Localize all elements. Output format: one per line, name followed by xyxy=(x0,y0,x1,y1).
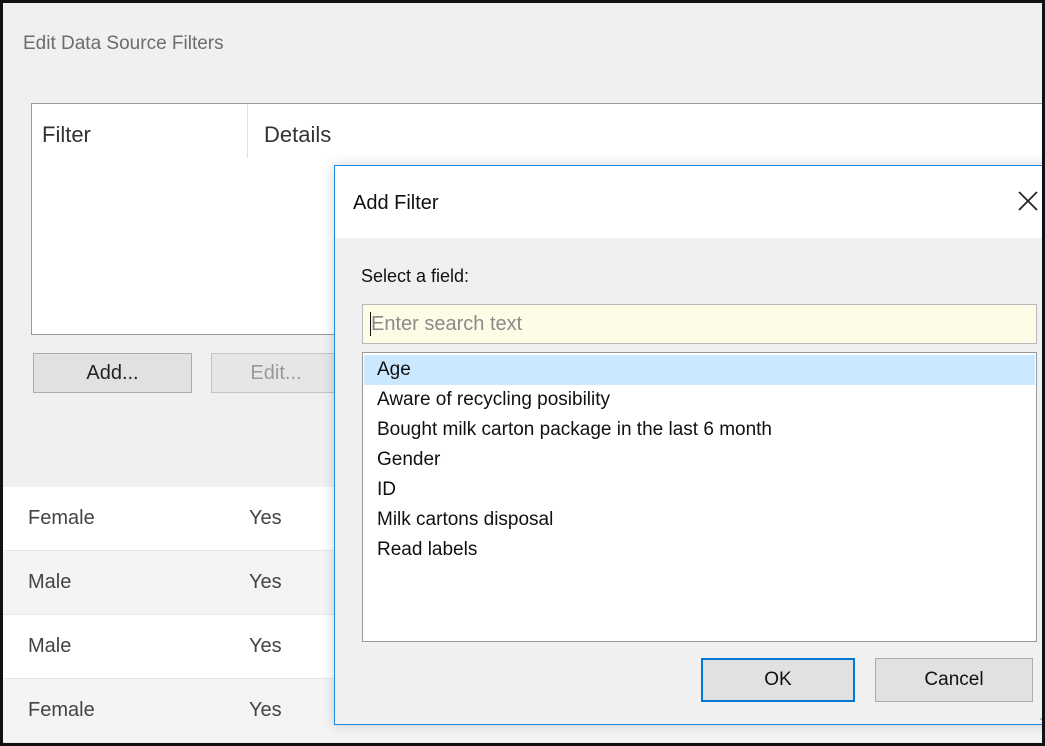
cell-aware: Yes xyxy=(249,699,282,721)
field-item-gender[interactable]: Gender xyxy=(364,445,1035,475)
field-item-aware-of-recycling[interactable]: Aware of recycling posibility xyxy=(364,385,1035,415)
text-caret xyxy=(370,312,371,336)
select-field-label: Select a field: xyxy=(361,266,470,286)
cell-gender: Male xyxy=(28,571,72,593)
close-icon[interactable] xyxy=(1013,186,1042,216)
cell-aware: Yes xyxy=(249,635,282,657)
dialog-titlebar[interactable]: Add Filter xyxy=(335,166,1042,238)
field-item-milk-cartons-disposal[interactable]: Milk cartons disposal xyxy=(364,505,1035,535)
cell-aware: Yes xyxy=(249,507,282,529)
resize-grip-icon[interactable] xyxy=(1037,708,1042,720)
field-list[interactable]: Age Aware of recycling posibility Bought… xyxy=(362,352,1037,642)
field-item-id[interactable]: ID xyxy=(364,475,1035,505)
add-filter-dialog: Add Filter Select a field: Age Aware of … xyxy=(334,165,1042,725)
add-button[interactable]: Add... xyxy=(33,353,192,393)
dialog-title: Edit Data Source Filters xyxy=(23,33,224,54)
screenshot-frame: Edit Data Source Filters Filter Details … xyxy=(0,0,1045,746)
edit-button[interactable]: Edit... xyxy=(211,353,341,393)
cell-gender: Male xyxy=(28,635,72,657)
column-header-details[interactable]: Details xyxy=(264,122,331,148)
cell-gender: Female xyxy=(28,699,95,721)
field-item-read-labels[interactable]: Read labels xyxy=(364,535,1035,565)
search-input[interactable] xyxy=(362,304,1037,344)
column-header-filter[interactable]: Filter xyxy=(42,122,91,148)
ok-button[interactable]: OK xyxy=(701,658,855,702)
cancel-button[interactable]: Cancel xyxy=(875,658,1033,702)
dialog-title: Add Filter xyxy=(353,192,439,214)
field-item-bought-milk-carton[interactable]: Bought milk carton package in the last 6… xyxy=(364,415,1035,445)
field-item-age[interactable]: Age xyxy=(364,355,1035,385)
cell-aware: Yes xyxy=(249,571,282,593)
cell-gender: Female xyxy=(28,507,95,529)
column-divider[interactable] xyxy=(247,104,248,158)
